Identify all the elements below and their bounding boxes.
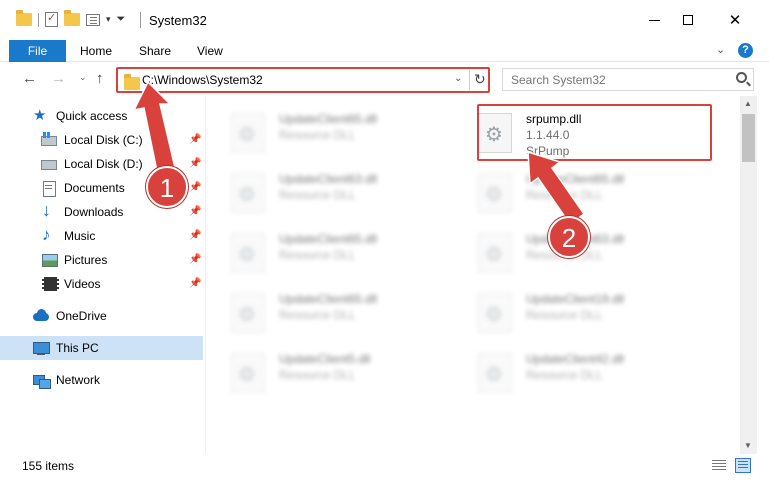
step-1-badge: 1 bbox=[146, 166, 188, 208]
arrow-2-icon bbox=[527, 150, 586, 226]
step-2-badge: 2 bbox=[548, 216, 590, 258]
annotation-arrows bbox=[132, 80, 586, 226]
arrow-1-icon bbox=[132, 80, 177, 177]
